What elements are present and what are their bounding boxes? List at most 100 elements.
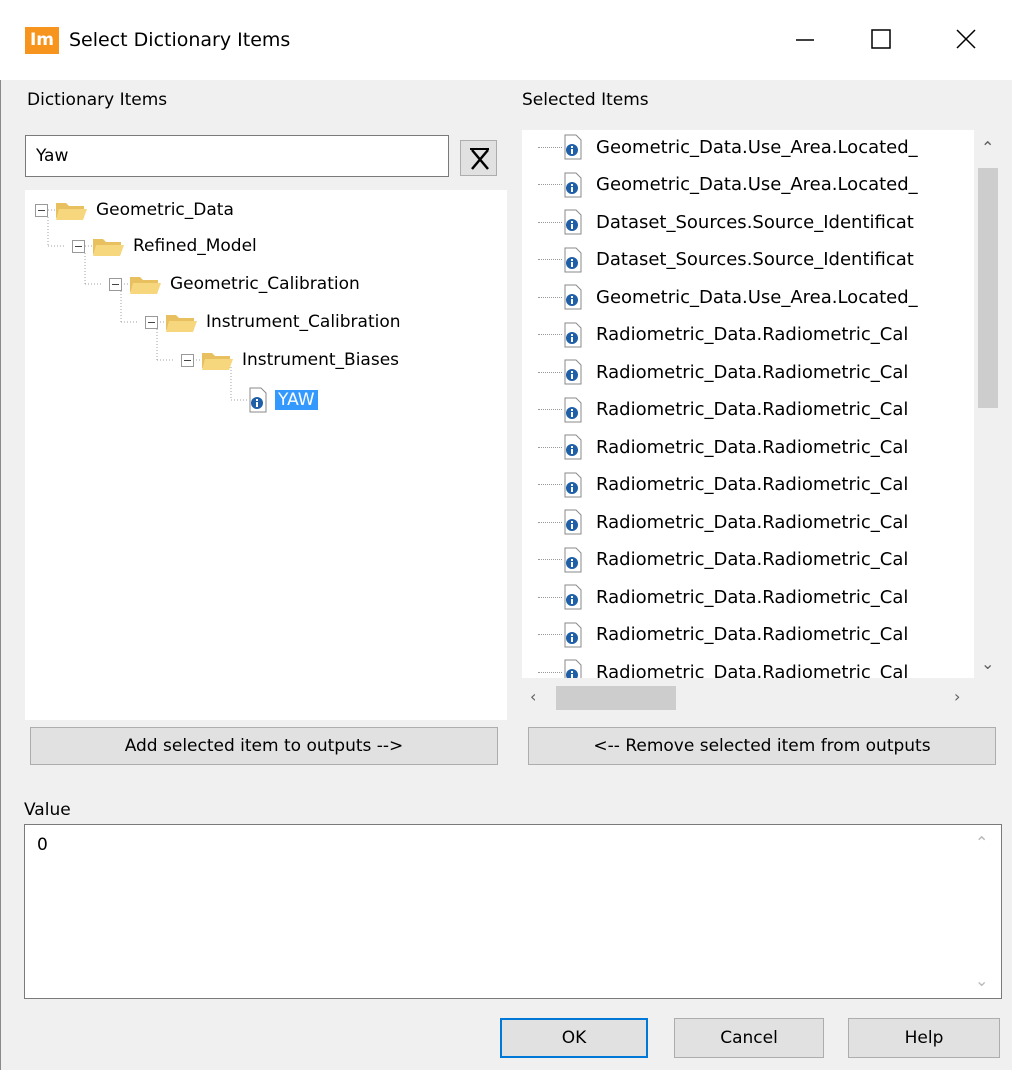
close-button[interactable] xyxy=(943,14,989,64)
value-label: Value xyxy=(24,800,71,820)
selected-item-label: Radiometric_Data.Radiometric_Cal xyxy=(596,436,909,458)
add-to-outputs-button[interactable]: Add selected item to outputs --> xyxy=(30,727,498,765)
horizontal-scroll-thumb[interactable] xyxy=(556,686,676,710)
selected-item-row[interactable]: Geometric_Data.Use_Area.Located_ xyxy=(522,278,974,316)
scroll-up-icon[interactable]: ⌃ xyxy=(975,833,988,852)
tree-connector xyxy=(538,221,562,223)
scroll-down-icon[interactable]: ⌄ xyxy=(975,971,988,990)
remove-from-outputs-button[interactable]: <-- Remove selected item from outputs xyxy=(528,727,996,765)
minimize-button[interactable] xyxy=(782,14,828,64)
selected-item-row[interactable]: Radiometric_Data.Radiometric_Cal xyxy=(522,428,974,466)
info-item-icon xyxy=(564,472,582,497)
collapse-icon[interactable] xyxy=(109,277,122,291)
selected-item-label: Radiometric_Data.Radiometric_Cal xyxy=(596,661,909,679)
search-input[interactable] xyxy=(25,135,449,177)
info-item-icon xyxy=(249,387,267,413)
tree-node-label: Instrument_Calibration xyxy=(206,312,401,332)
info-item-icon xyxy=(564,584,582,610)
info-item-icon xyxy=(564,322,582,347)
close-icon xyxy=(956,29,976,49)
tree-node-refined-model[interactable]: Refined_Model xyxy=(72,228,257,264)
selected-item-row[interactable]: Dataset_Sources.Source_Identificat xyxy=(522,203,974,241)
clear-search-button[interactable] xyxy=(460,140,497,176)
selected-item-label: Radiometric_Data.Radiometric_Cal xyxy=(596,399,909,420)
dictionary-tree[interactable]: Geometric_Data Refined_Model Geometric_C… xyxy=(25,190,507,720)
selected-items-list[interactable]: Geometric_Data.Use_Area.Located_ Geometri… xyxy=(522,130,1002,718)
tree-node-geometric-data[interactable]: Geometric_Data xyxy=(35,192,234,228)
tree-connector xyxy=(538,484,562,485)
selected-item-label: Geometric_Data.Use_Area.Located_ xyxy=(596,286,918,308)
selected-item-row[interactable]: Radiometric_Data.Radiometric_Cal xyxy=(522,503,974,541)
selected-item-row[interactable]: Dataset_Sources.Source_Identificat xyxy=(522,241,974,279)
folder-open-icon xyxy=(56,203,87,220)
tree-connector xyxy=(538,371,562,373)
vertical-scroll-thumb[interactable] xyxy=(978,168,998,408)
info-item-icon xyxy=(564,434,582,460)
tree-node-label: Instrument_Biases xyxy=(242,350,400,370)
selected-item-row[interactable]: Radiometric_Data.Radiometric_Cal xyxy=(522,616,974,654)
collapse-icon[interactable] xyxy=(72,239,85,253)
selected-item-label: Dataset_Sources.Source_Identificat xyxy=(596,249,914,270)
selected-item-row[interactable]: Radiometric_Data.Radiometric_Cal xyxy=(522,466,974,504)
selected-item-row[interactable]: Radiometric_Data.Radiometric_Cal xyxy=(522,653,974,678)
vertical-scrollbar[interactable]: ⌃ ⌄ xyxy=(974,130,1002,678)
value-textarea[interactable]: 0 ⌃ ⌄ xyxy=(24,824,1002,999)
tree-connector xyxy=(538,446,562,448)
info-item-icon xyxy=(564,134,582,160)
cancel-button[interactable]: Cancel xyxy=(674,1018,824,1058)
selected-item-label: Radiometric_Data.Radiometric_Cal xyxy=(596,324,909,345)
scroll-up-icon[interactable]: ⌃ xyxy=(981,138,994,157)
selected-item-label: Radiometric_Data.Radiometric_Cal xyxy=(596,474,909,495)
maximize-icon xyxy=(871,29,891,49)
info-item-icon xyxy=(564,209,582,235)
clear-filter-icon xyxy=(470,148,489,170)
scroll-right-icon[interactable]: › xyxy=(954,687,960,706)
tree-node-instrument-calibration[interactable]: Instrument_Calibration xyxy=(145,304,401,340)
selected-item-label: Radiometric_Data.Radiometric_Cal xyxy=(596,361,909,383)
tree-connector xyxy=(538,334,562,335)
info-item-icon xyxy=(564,284,582,310)
collapse-icon[interactable] xyxy=(35,203,48,217)
collapse-icon[interactable] xyxy=(181,353,194,367)
tree-connector xyxy=(538,521,562,523)
info-item-icon xyxy=(564,509,582,535)
tree-node-label-selected: YAW xyxy=(275,390,318,410)
selected-item-label: Radiometric_Data.Radiometric_Cal xyxy=(596,549,909,570)
selected-items-heading: Selected Items xyxy=(522,90,649,110)
selected-item-row[interactable]: Geometric_Data.Use_Area.Located_ xyxy=(522,130,974,166)
tree-connector xyxy=(538,409,562,410)
tree-node-geometric-calibration[interactable]: Geometric_Calibration xyxy=(109,266,360,302)
tree-connector xyxy=(538,596,562,598)
horizontal-scrollbar[interactable]: ‹ › xyxy=(522,678,974,718)
tree-node-instrument-biases[interactable]: Instrument_Biases xyxy=(181,342,399,378)
selected-item-label: Dataset_Sources.Source_Identificat xyxy=(596,211,914,233)
info-item-icon xyxy=(564,622,582,647)
selected-item-row[interactable]: Radiometric_Data.Radiometric_Cal xyxy=(522,391,974,429)
selected-item-row[interactable]: Radiometric_Data.Radiometric_Cal xyxy=(522,541,974,579)
tree-node-label: Geometric_Calibration xyxy=(170,274,360,294)
collapse-icon[interactable] xyxy=(145,315,158,329)
selected-items-rows: Geometric_Data.Use_Area.Located_ Geometri… xyxy=(522,130,974,678)
folder-open-icon xyxy=(202,353,233,370)
selected-item-label: Radiometric_Data.Radiometric_Cal xyxy=(596,624,909,645)
selected-item-label: Geometric_Data.Use_Area.Located_ xyxy=(596,174,918,195)
info-item-icon xyxy=(564,659,582,678)
scroll-left-icon[interactable]: ‹ xyxy=(530,687,536,706)
selected-item-label: Geometric_Data.Use_Area.Located_ xyxy=(596,136,918,158)
selected-item-row[interactable]: Radiometric_Data.Radiometric_Cal xyxy=(522,578,974,616)
selected-item-row[interactable]: Radiometric_Data.Radiometric_Cal xyxy=(522,316,974,354)
title-bar: Im Select Dictionary Items xyxy=(0,0,1012,80)
info-item-icon xyxy=(564,397,582,422)
maximize-button[interactable] xyxy=(858,14,904,64)
selected-item-label: Radiometric_Data.Radiometric_Cal xyxy=(596,511,909,533)
help-button[interactable]: Help xyxy=(848,1018,1000,1058)
tree-connector xyxy=(538,259,562,260)
ok-button[interactable]: OK xyxy=(500,1018,648,1058)
tree-node-yaw[interactable]: YAW xyxy=(247,382,318,418)
tree-connector xyxy=(538,559,562,560)
selected-item-row[interactable]: Radiometric_Data.Radiometric_Cal xyxy=(522,353,974,391)
selected-item-label: Radiometric_Data.Radiometric_Cal xyxy=(596,586,909,608)
scroll-down-icon[interactable]: ⌄ xyxy=(981,654,994,673)
folder-open-icon xyxy=(93,239,124,256)
selected-item-row[interactable]: Geometric_Data.Use_Area.Located_ xyxy=(522,166,974,204)
